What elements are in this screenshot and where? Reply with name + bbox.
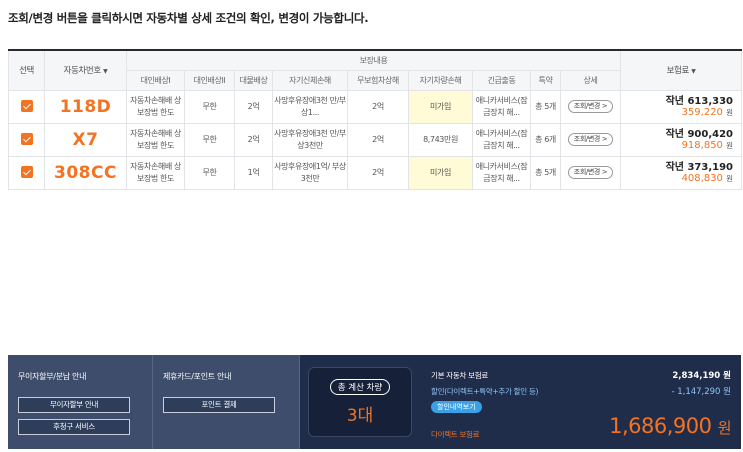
cell-emergency: 애니카서비스(잠 금장치 해...	[472, 122, 531, 157]
subheader-emergency: 긴급출동	[472, 69, 531, 91]
cell-own-vehicle: 미가입	[408, 155, 473, 190]
card-point-title: 제휴카드/포인트 안내	[163, 372, 232, 381]
calc-vehicle-count: 3대	[346, 406, 374, 426]
cell-bodily-1: 자동차손해배 상 보장법 한도	[126, 122, 185, 157]
sort-down-icon[interactable]: ▼	[691, 68, 696, 75]
discount-detail-button[interactable]: 할인내역보기	[431, 401, 482, 413]
table-row: X7 자동차손해배 상 보장법 한도 무한 2억 사망후유장애3천 만/부상3천…	[8, 122, 743, 157]
subheader-detail: 상세	[559, 69, 622, 91]
cell-bodily-2: 무한	[184, 155, 235, 190]
cell-bodily-1: 자동차손해배 상 보장법 한도	[126, 155, 185, 190]
base-premium-value: 2,834,190 원	[672, 371, 731, 381]
won-unit: 원	[726, 107, 734, 117]
current-premium-line: 359,220 원	[622, 106, 734, 118]
current-premium: 918,850	[681, 139, 723, 151]
cell-own-vehicle: 8,743만원	[408, 122, 473, 157]
point-payment-button[interactable]: 포인트 결제	[163, 397, 275, 413]
cell-riders: 총 5개	[530, 89, 561, 124]
sort-down-icon[interactable]: ▼	[103, 68, 108, 75]
checkbox-checked-icon[interactable]	[20, 166, 33, 179]
header-coverage: 보장내용	[125, 49, 622, 71]
last-year-premium: 작년 613,330	[665, 95, 734, 107]
subheader-property: 대물배상	[234, 69, 273, 91]
header-car-label: 자동차번호	[63, 66, 102, 77]
cell-bodily-1: 자동차손해배 상 보장법 한도	[126, 89, 185, 124]
last-year-premium: 작년 373,190	[665, 161, 734, 173]
header-select: 선택	[8, 49, 45, 91]
cell-property: 2억	[234, 122, 273, 157]
cell-riders: 총 6개	[530, 122, 561, 157]
subheader-own-vehicle: 자기차량손해	[408, 69, 473, 91]
direct-premium-label: 다이렉트 보험료	[431, 430, 480, 439]
coverage-table: 선택 자동차번호 ▼ 보장내용 보험료 ▼ 대인배상I 대인배상II 대물배상 …	[8, 49, 743, 190]
cell-self-injury: 사망후유장애3천 만/부상3천만	[272, 122, 348, 157]
discount-label: 할인(다이렉트+특약+추가 할인 등)	[431, 387, 539, 396]
car-number: 118D	[44, 89, 127, 124]
summary-footer: 무이자할부/분납 안내 무이자할부 안내 후청구 서비스 제휴카드/포인트 안내…	[8, 355, 741, 449]
card-point-section: 제휴카드/포인트 안내 포인트 결제	[153, 355, 300, 449]
view-change-button[interactable]: 조회/변경 >	[567, 166, 614, 179]
row-select-cell[interactable]	[8, 89, 45, 124]
direct-premium-value: 1,686,900	[609, 414, 712, 438]
cell-property: 2억	[234, 89, 273, 124]
direct-premium-total: 1,686,900 원	[609, 414, 731, 438]
view-change-button[interactable]: 조회/변경 >	[567, 100, 614, 113]
last-year-premium: 작년 900,420	[665, 128, 734, 140]
cell-property: 1억	[234, 155, 273, 190]
cell-uninsured: 2억	[347, 122, 409, 157]
cell-emergency: 애니카서비스(잠 금장치 해...	[472, 89, 531, 124]
calc-vehicle-box: 총 계산 차량 3대	[308, 367, 412, 437]
cell-emergency: 애니카서비스(잠 금장치 해...	[472, 155, 531, 190]
row-select-cell[interactable]	[8, 122, 45, 157]
calc-vehicle-label: 총 계산 차량	[329, 379, 391, 395]
cell-premium: 작년 900,420 918,850 원	[620, 122, 743, 157]
subheader-uninsured: 무보험차상해	[347, 69, 409, 91]
car-number: 308CC	[44, 155, 127, 190]
header-premium[interactable]: 보험료 ▼	[620, 49, 743, 91]
cell-self-injury: 사망후유장애1억/ 부상3천만	[272, 155, 348, 190]
view-change-button[interactable]: 조회/변경 >	[567, 133, 614, 146]
base-premium-label: 기본 자동차 보험료	[431, 371, 488, 380]
post-claim-service-button[interactable]: 후청구 서비스	[18, 419, 130, 435]
total-section: 총 계산 차량 3대 기본 자동차 보험료 2,834,190 원 할인(다이렉…	[300, 355, 741, 449]
cell-bodily-2: 무한	[184, 122, 235, 157]
row-select-cell[interactable]	[8, 155, 45, 190]
installment-info-button[interactable]: 무이자할부 안내	[18, 397, 130, 413]
current-premium-line: 918,850 원	[622, 139, 734, 151]
cell-premium: 작년 373,190 408,830 원	[620, 155, 743, 190]
notice-text: 조회/변경 버튼을 클릭하시면 자동차별 상세 조건의 확인, 변경이 가능합니…	[8, 11, 369, 25]
table-row: 308CC 자동차손해배 상 보장법 한도 무한 1억 사망후유장애1억/ 부상…	[8, 155, 743, 190]
won-unit: 원	[726, 140, 734, 150]
checkbox-checked-icon[interactable]	[20, 100, 33, 113]
car-number: X7	[44, 122, 127, 157]
subheader-bodily-1: 대인배상I	[126, 69, 185, 91]
discount-value: - 1,147,290 원	[671, 387, 731, 397]
subheader-self-injury: 자기신체손해	[272, 69, 348, 91]
installment-title: 무이자할부/분납 안내	[18, 372, 87, 381]
cell-self-injury: 사망후유장애3천 만/부상1...	[272, 89, 348, 124]
subheader-riders: 특약	[530, 69, 561, 91]
subheader-bodily-2: 대인배상II	[184, 69, 235, 91]
direct-premium-unit: 원	[717, 419, 732, 437]
cell-uninsured: 2억	[347, 155, 409, 190]
header-car-number[interactable]: 자동차번호 ▼	[44, 49, 127, 91]
cell-premium: 작년 613,330 359,220 원	[620, 89, 743, 124]
cell-uninsured: 2억	[347, 89, 409, 124]
current-premium: 359,220	[681, 106, 723, 118]
installment-section: 무이자할부/분납 안내 무이자할부 안내 후청구 서비스	[8, 355, 153, 449]
checkbox-checked-icon[interactable]	[20, 133, 33, 146]
cell-detail: 조회/변경 >	[559, 122, 622, 157]
cell-own-vehicle: 미가입	[408, 89, 473, 124]
cell-riders: 총 5개	[530, 155, 561, 190]
current-premium: 408,830	[681, 172, 723, 184]
cell-bodily-2: 무한	[184, 89, 235, 124]
won-unit: 원	[726, 173, 734, 183]
header-premium-label: 보험료	[666, 66, 690, 77]
cell-detail: 조회/변경 >	[559, 89, 622, 124]
table-row: 118D 자동차손해배 상 보장법 한도 무한 2억 사망후유장애3천 만/부상…	[8, 89, 743, 124]
current-premium-line: 408,830 원	[622, 172, 734, 184]
cell-detail: 조회/변경 >	[559, 155, 622, 190]
